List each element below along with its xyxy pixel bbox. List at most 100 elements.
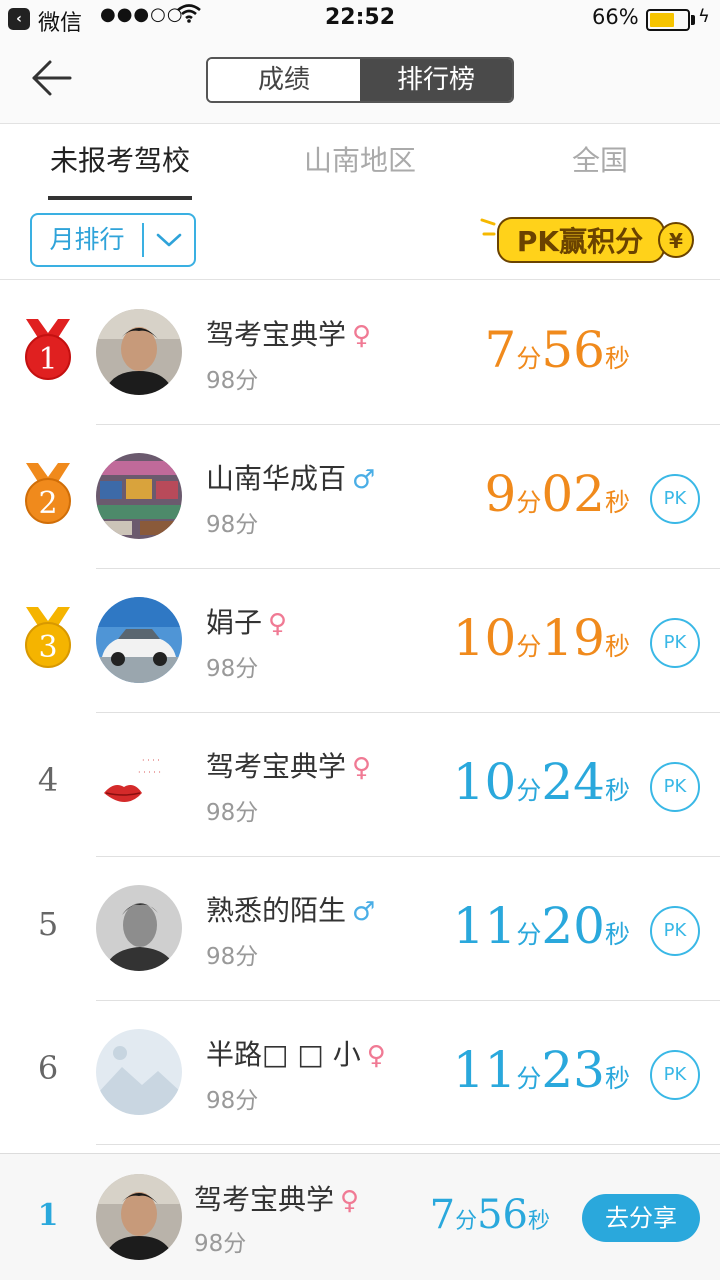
rank-medal-icon: 2 bbox=[22, 461, 74, 527]
tab-shannan[interactable]: 山南地区 bbox=[270, 124, 450, 200]
segment-scores[interactable]: 成绩 bbox=[208, 59, 360, 101]
time-seconds: 56 bbox=[541, 321, 605, 379]
charging-icon: ϟ bbox=[698, 6, 710, 27]
username: 半路□ □ 小 ♀ bbox=[206, 1033, 386, 1073]
time-minutes: 10 bbox=[452, 609, 517, 667]
ranking-row[interactable]: 5 熟悉的陌生 ♂ 98分 11分20秒 PK bbox=[0, 857, 720, 1001]
pk-win-points-banner[interactable]: PK赢积分 ¥ bbox=[480, 210, 698, 266]
time-min-unit: 分 bbox=[516, 632, 542, 661]
segment-control: 成绩 排行榜 bbox=[206, 57, 514, 103]
share-button[interactable]: 去分享 bbox=[582, 1194, 700, 1242]
time-sec-unit: 秒 bbox=[604, 632, 630, 661]
time-sec-unit: 秒 bbox=[604, 920, 630, 949]
username: 熟悉的陌生 ♂ bbox=[206, 889, 375, 929]
filter-row: 月排行 PK赢积分 ¥ bbox=[0, 200, 720, 280]
my-username-text: 驾考宝典学 bbox=[194, 1183, 335, 1216]
back-to-app-icon[interactable]: ‹ bbox=[8, 8, 30, 30]
my-username: 驾考宝典学 ♀ bbox=[194, 1178, 359, 1218]
tab-no-school[interactable]: 未报考驾校 bbox=[30, 124, 210, 200]
female-icon: ♀ bbox=[366, 1041, 386, 1071]
time-seconds: 02 bbox=[541, 465, 605, 523]
ranking-row[interactable]: 4 · · · · · · · · · 驾考宝典学 ♀ 98分 10分24秒 PK bbox=[0, 713, 720, 857]
rank-number: 4 bbox=[37, 761, 59, 799]
username: 驾考宝典学 ♀ bbox=[206, 745, 371, 785]
back-arrow-icon[interactable] bbox=[28, 56, 78, 100]
medal-rank-text: 2 bbox=[38, 486, 57, 521]
completion-time: 10分19秒 bbox=[430, 609, 630, 667]
battery-percent: 66% bbox=[592, 5, 639, 29]
username: 娟子 ♀ bbox=[206, 601, 287, 641]
wifi-icon bbox=[176, 2, 202, 29]
my-avatar[interactable] bbox=[96, 1174, 182, 1260]
ranking-row[interactable]: 1 驾考宝典学 ♀ 98分 7分56秒 bbox=[0, 281, 720, 425]
user-score: 98分 bbox=[206, 944, 259, 970]
user-avatar[interactable] bbox=[96, 309, 182, 395]
completion-time: 7分56秒 bbox=[430, 321, 630, 379]
ranking-list: 1 驾考宝典学 ♀ 98分 7分56秒 2 山南华成百 ♂ 98分 9分02秒 PK 3 娟子 ♀ 98分 1… bbox=[0, 281, 720, 1145]
user-avatar[interactable] bbox=[96, 1029, 182, 1115]
completion-time: 10分24秒 bbox=[430, 753, 630, 811]
time-minutes: 11 bbox=[452, 897, 517, 955]
ranking-row[interactable]: 6 半路□ □ 小 ♀ 98分 11分23秒 PK bbox=[0, 1001, 720, 1145]
username-text: 半路□ □ 小 bbox=[206, 1038, 361, 1071]
scope-tabs: 未报考驾校 山南地区 全国 bbox=[0, 124, 720, 200]
user-avatar[interactable] bbox=[96, 597, 182, 683]
time-sec-unit: 秒 bbox=[604, 776, 630, 805]
nav-bar: 成绩 排行榜 bbox=[0, 40, 720, 124]
pk-button[interactable]: PK bbox=[650, 906, 700, 956]
tab-national[interactable]: 全国 bbox=[510, 124, 690, 200]
my-score: 98分 bbox=[194, 1231, 247, 1257]
medal-rank-text: 3 bbox=[38, 630, 57, 665]
time-min-unit: 分 bbox=[516, 344, 542, 373]
my-time: 7分56秒 bbox=[400, 1192, 550, 1238]
svg-text:· · · · ·: · · · · · bbox=[138, 768, 161, 777]
my-time-sec-unit: 秒 bbox=[527, 1209, 550, 1234]
time-min-unit: 分 bbox=[516, 1064, 542, 1093]
user-score: 98分 bbox=[206, 512, 259, 538]
time-min-unit: 分 bbox=[516, 920, 542, 949]
user-avatar[interactable] bbox=[96, 885, 182, 971]
username: 山南华成百 ♂ bbox=[206, 457, 375, 497]
chevron-down-icon bbox=[144, 232, 194, 248]
rank-medal-icon: 1 bbox=[22, 317, 74, 383]
time-sec-unit: 秒 bbox=[604, 488, 630, 517]
yen-coin-icon: ¥ bbox=[669, 229, 683, 253]
time-seconds: 20 bbox=[541, 897, 605, 955]
segment-leaderboard[interactable]: 排行榜 bbox=[360, 59, 512, 101]
user-avatar[interactable]: · · · · · · · · · bbox=[96, 741, 182, 827]
completion-time: 9分02秒 bbox=[430, 465, 630, 523]
ranking-row[interactable]: 2 山南华成百 ♂ 98分 9分02秒 PK bbox=[0, 425, 720, 569]
user-score: 98分 bbox=[206, 800, 259, 826]
pk-button[interactable]: PK bbox=[650, 1050, 700, 1100]
carrier-label: 微信 bbox=[38, 11, 83, 36]
time-minutes: 11 bbox=[452, 1041, 517, 1099]
rank-number: 6 bbox=[37, 1049, 59, 1087]
male-icon: ♂ bbox=[352, 465, 376, 495]
time-sec-unit: 秒 bbox=[604, 1064, 630, 1093]
time-minutes: 7 bbox=[484, 321, 517, 379]
time-sec-unit: 秒 bbox=[604, 344, 630, 373]
time-min-unit: 分 bbox=[516, 488, 542, 517]
user-score: 98分 bbox=[206, 368, 259, 394]
username-text: 山南华成百 bbox=[206, 462, 347, 495]
rank-medal-icon: 3 bbox=[22, 605, 74, 671]
female-icon: ♀ bbox=[352, 753, 372, 783]
pk-button[interactable]: PK bbox=[650, 762, 700, 812]
completion-time: 11分23秒 bbox=[430, 1041, 630, 1099]
user-avatar[interactable] bbox=[96, 453, 182, 539]
username: 驾考宝典学 ♀ bbox=[206, 313, 371, 353]
status-bar: ‹ 微信 ●●●○○ 22:52 66% ϟ bbox=[0, 0, 720, 40]
battery-icon bbox=[646, 9, 690, 31]
user-score: 98分 bbox=[206, 656, 259, 682]
my-time-seconds: 56 bbox=[477, 1192, 528, 1238]
pk-button[interactable]: PK bbox=[650, 618, 700, 668]
female-icon: ♀ bbox=[268, 609, 288, 639]
row-divider bbox=[96, 1144, 720, 1145]
ranking-row[interactable]: 3 娟子 ♀ 98分 10分19秒 PK bbox=[0, 569, 720, 713]
my-rank-number: 1 bbox=[37, 1198, 59, 1233]
period-dropdown[interactable]: 月排行 bbox=[30, 213, 196, 267]
battery-level-fill bbox=[650, 13, 674, 27]
pk-button[interactable]: PK bbox=[650, 474, 700, 524]
username-text: 驾考宝典学 bbox=[206, 750, 347, 783]
username-text: 驾考宝典学 bbox=[206, 318, 347, 351]
